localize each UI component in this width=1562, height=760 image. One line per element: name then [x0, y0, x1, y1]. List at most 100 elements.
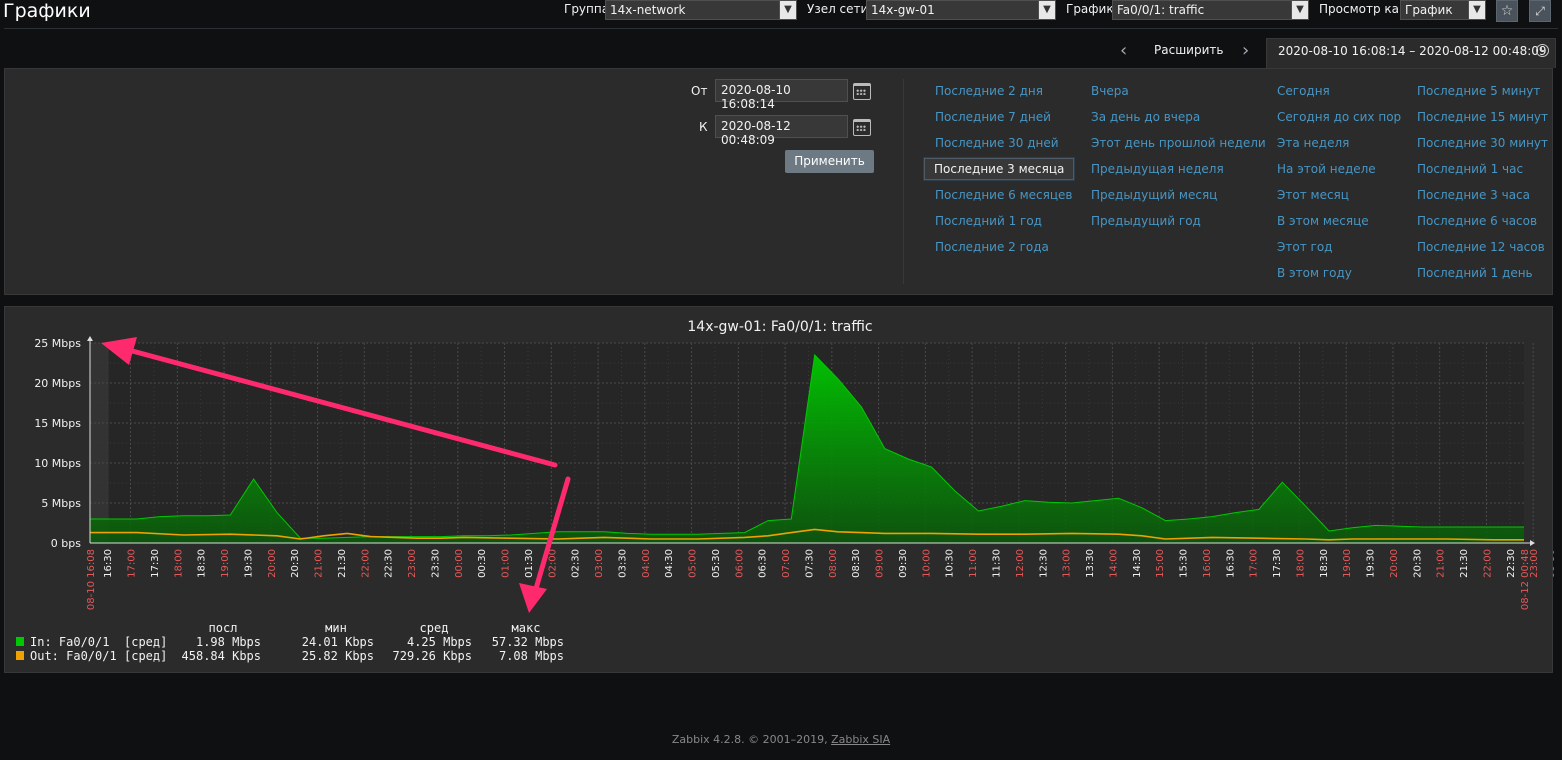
to-date-input[interactable]: 2020-08-12 00:48:09: [715, 115, 848, 147]
quick-range-link[interactable]: Последние 3 часа: [1417, 188, 1530, 202]
group-select-value: 14x-network: [610, 3, 686, 17]
quick-range-link[interactable]: Вчера: [1091, 84, 1129, 98]
calendar-icon[interactable]: [853, 119, 871, 136]
favorite-button[interactable]: ☆: [1496, 0, 1518, 22]
time-range-tab[interactable]: 2020-08-10 16:08:14 – 2020-08-12 00:48:0…: [1266, 38, 1556, 68]
quick-range-link[interactable]: Предыдущий месяц: [1091, 188, 1217, 202]
x-tick-label: 16:00: [1202, 549, 1213, 578]
from-date-input[interactable]: 2020-08-10 16:08:14: [715, 79, 848, 111]
quick-range-link[interactable]: Последние 6 месяцев: [935, 188, 1072, 202]
quick-range-link[interactable]: За день до вчера: [1091, 110, 1200, 124]
x-tick-label: 15:30: [1179, 549, 1190, 578]
x-tick-label: 18:30: [197, 549, 208, 578]
x-tick-label: 14:00: [1108, 549, 1119, 578]
quick-range-link[interactable]: Последний 1 час: [1417, 162, 1523, 176]
quick-range-link[interactable]: Предыдущий год: [1091, 214, 1201, 228]
x-tick-label: 18:00: [173, 549, 184, 578]
x-tick-label: 22:30: [384, 549, 395, 578]
quick-range-link[interactable]: Последний 1 день: [1417, 266, 1533, 280]
x-tick-label: 11:30: [992, 549, 1003, 578]
quick-range-link[interactable]: Последний 1 год: [935, 214, 1042, 228]
legend-value: 4.25 Mbps: [407, 635, 472, 649]
legend-swatch: [16, 637, 24, 646]
quick-range-link[interactable]: Последние 12 часов: [1417, 240, 1545, 254]
graph-panel: 14x-gw-01: Fa0/0/1: traffic 0 bps 5 Mbps 10…: [4, 306, 1554, 673]
quick-range-link[interactable]: Предыдущая неделя: [1091, 162, 1224, 176]
x-tick-label: 18:30: [1319, 549, 1330, 578]
arrow-head-icon: [519, 583, 547, 613]
view-select[interactable]: График ▼: [1400, 0, 1486, 20]
x-tick-label: 09:00: [875, 549, 886, 578]
time-filter-panel: От 2020-08-10 16:08:14 К 2020-08-12 00:4…: [4, 68, 1553, 295]
legend-func: [сред]: [124, 635, 167, 649]
legend-value: 24.01 Kbps: [302, 635, 374, 649]
quick-range-link[interactable]: В этом месяце: [1277, 214, 1369, 228]
time-bar: ‹ Расширить › 2020-08-10 16:08:14 – 2020…: [0, 38, 1562, 68]
traffic-graph: 14x-gw-01: Fa0/0/1: traffic 0 bps 5 Mbps 10…: [16, 319, 1554, 663]
x-tick-label: 06:00: [734, 549, 745, 578]
quick-range-link[interactable]: Последние 7 дней: [935, 110, 1051, 124]
legend-value: 57.32 Mbps: [492, 635, 564, 649]
view-label: Просмотр как: [1319, 2, 1407, 16]
x-tick-label: 01:30: [524, 549, 535, 578]
clock-icon: [1536, 44, 1549, 57]
quick-range-link[interactable]: Последние 30 минут: [1417, 136, 1548, 150]
x-tick-label: 17:30: [1272, 549, 1283, 578]
fullscreen-icon: ⤢: [1535, 4, 1545, 18]
plot-shade: [90, 343, 109, 543]
x-tick-label: 00:00: [454, 549, 465, 578]
quick-range-link[interactable]: Последние 2 года: [935, 240, 1049, 254]
x-tick-label: 19:00: [1342, 549, 1353, 578]
quick-range-link[interactable]: Последние 3 месяца: [924, 158, 1075, 180]
x-tick-label: 20:00: [1389, 549, 1400, 578]
y-tick-label: 15 Mbps: [34, 417, 81, 430]
x-tick-label: 17:00: [1249, 549, 1260, 578]
quick-range-link[interactable]: На этой неделе: [1277, 162, 1376, 176]
quick-range-link[interactable]: Последние 5 минут: [1417, 84, 1540, 98]
x-tick-label: 12:00: [1015, 549, 1026, 578]
time-back-button[interactable]: ‹: [1120, 40, 1127, 61]
calendar-icon[interactable]: [853, 83, 871, 100]
graph-select[interactable]: Fa0/0/1: traffic ▼: [1112, 0, 1309, 20]
quick-range-link[interactable]: Последние 6 часов: [1417, 214, 1537, 228]
quick-range-link[interactable]: Последние 15 минут: [1417, 110, 1548, 124]
y-tick-label: 0 bps: [51, 537, 81, 550]
group-select[interactable]: 14x-network ▼: [605, 0, 797, 20]
x-tick-label: 04:00: [641, 549, 652, 578]
footer-copyright: Zabbix 4.2.8. © 2001–2019,: [671, 733, 828, 746]
fullscreen-button[interactable]: ⤢: [1529, 0, 1551, 22]
to-label: К: [699, 120, 708, 134]
zoom-out-button[interactable]: Расширить: [1154, 43, 1223, 57]
footer-link[interactable]: Zabbix SIA: [831, 733, 890, 746]
y-tick-label: 20 Mbps: [34, 377, 81, 390]
x-end-label: 08-12 00:48: [1520, 549, 1531, 610]
quick-range-link[interactable]: Этот год: [1277, 240, 1332, 254]
filter-divider: [903, 79, 904, 284]
quick-range-link[interactable]: Сегодня до сих пор: [1277, 110, 1401, 124]
x-tick-label: 22:00: [360, 549, 371, 578]
quick-range-link[interactable]: Последние 2 дня: [935, 84, 1043, 98]
quick-range-link[interactable]: Этот месяц: [1277, 188, 1349, 202]
quick-range-link[interactable]: В этом году: [1277, 266, 1352, 280]
star-icon: ☆: [1500, 3, 1514, 19]
x-tick-label: 23:00: [407, 549, 418, 578]
time-forward-button[interactable]: ›: [1242, 40, 1249, 61]
time-range-label: 2020-08-10 16:08:14 – 2020-08-12 00:48:0…: [1278, 44, 1547, 58]
legend-series-name: Out: Fa0/0/1: [30, 649, 117, 663]
host-select[interactable]: 14x-gw-01 ▼: [866, 0, 1056, 20]
legend-value: 458.84 Kbps: [182, 649, 261, 663]
quick-range-link[interactable]: Последние 30 дней: [935, 136, 1059, 150]
x-tick-label: 22:00: [1482, 549, 1493, 578]
legend-header: макс: [512, 621, 541, 635]
x-tick-label: 18:00: [1295, 549, 1306, 578]
x-tick-label: 05:30: [711, 549, 722, 578]
x-tick-label: 23:30: [1553, 549, 1554, 578]
quick-range-link[interactable]: Эта неделя: [1277, 136, 1349, 150]
page-title: Графики: [3, 0, 91, 22]
apply-button[interactable]: Применить: [785, 150, 874, 173]
y-axis-arrow-icon: [87, 336, 93, 341]
top-bar: Графики Группа 14x-network ▼ Узел сети 1…: [0, 0, 1562, 28]
x-axis-arrow-icon: [1530, 540, 1535, 546]
quick-range-link[interactable]: Сегодня: [1277, 84, 1330, 98]
quick-range-link[interactable]: Этот день прошлой недели: [1091, 136, 1266, 150]
